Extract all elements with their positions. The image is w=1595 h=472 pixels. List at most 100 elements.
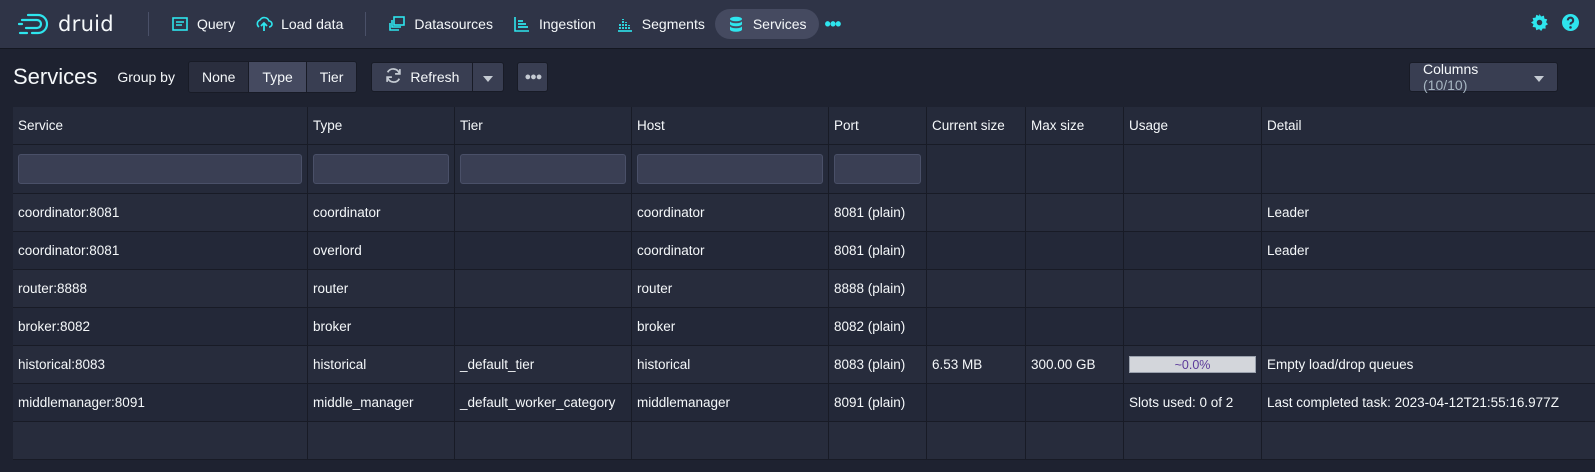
table-row-empty [13,422,1595,460]
column-header-type[interactable]: Type [308,107,455,144]
nav-query-label: Query [196,16,236,32]
nav-services[interactable]: Services [714,9,819,39]
refresh-options-button[interactable] [473,62,505,92]
column-header-tier[interactable]: Tier [455,107,632,144]
cell-detail: Leader [1267,205,1310,220]
cell-port: 8081 (plain) [829,194,927,231]
table-row[interactable]: coordinator:8081 overlord coordinator 8081 … [13,232,1595,270]
cell-host: historical [632,346,829,383]
cell-port: 8091 (plain) [829,384,927,421]
cell-empty [632,422,829,459]
column-header-service[interactable]: Service [13,107,308,144]
database-icon [727,15,745,33]
group-by-type-button[interactable]: Type [249,62,307,92]
column-header-detail[interactable]: Detail [1262,107,1595,144]
table-row[interactable]: router:8888 router router 8888 (plain) [13,270,1595,308]
nav-load-data[interactable]: Load data [245,9,353,39]
cell-tier [455,232,632,269]
more-horizontal-icon: ●●● [524,71,542,83]
filter-cell [13,145,308,193]
cell-current-size [927,194,1026,231]
refresh-button[interactable]: Refresh [371,62,474,92]
query-icon [171,15,189,33]
filter-cell [632,145,829,193]
table-row[interactable]: broker:8082 broker broker 8082 (plain) [13,308,1595,346]
nav-load-data-label: Load data [281,16,344,32]
cell-tier [455,308,632,345]
nav-divider [147,12,149,36]
cell-service: middlemanager:8091 [13,384,308,421]
cell-empty [1026,422,1124,459]
more-actions-button[interactable]: ●●● [517,62,549,92]
service-filter-input[interactable] [18,154,302,184]
port-filter-input[interactable] [834,154,921,184]
nav-datasources[interactable]: Datasources [378,9,503,39]
table-row[interactable]: historical:8083 historical _default_tier hi… [13,346,1595,384]
table-row[interactable]: middlemanager:8091 middle_manager _default… [13,384,1595,422]
cell-max-size [1026,384,1124,421]
cell-max-size [1026,308,1124,345]
more-horizontal-icon[interactable]: ••• [819,14,847,35]
cell-current-size [927,232,1026,269]
cell-host: broker [632,308,829,345]
column-header-current-size[interactable]: Current size [927,107,1026,144]
druid-logo[interactable]: druid [18,12,114,36]
nav-segments[interactable]: Segments [606,9,715,39]
cell-tier [455,270,632,307]
cell-detail: Leader [1267,243,1310,258]
refresh-icon [385,67,402,87]
nav-divider [365,12,367,36]
cell-port: 8083 (plain) [829,346,927,383]
nav-query[interactable]: Query [161,9,245,39]
group-by-none-button[interactable]: None [188,62,250,92]
page-title: Services [13,64,98,89]
cell-current-size [927,308,1026,345]
table-row[interactable]: coordinator:8081 coordinator coordinator 80… [13,194,1595,232]
cell-tier: _default_tier [455,346,632,383]
logo-text: druid [58,12,114,36]
table-header-row: Service Type Tier Host Port Current size… [13,107,1595,145]
cell-host: middlemanager [632,384,829,421]
cell-current-size: 6.53 MB [927,346,1026,383]
cell-service: coordinator:8081 [13,232,308,269]
cell-host: coordinator [632,232,829,269]
cell-empty [1124,422,1262,459]
group-by-tier-button[interactable]: Tier [306,62,357,92]
column-header-usage[interactable]: Usage [1124,107,1262,144]
columns-button-text: Columns (10/10) [1423,61,1520,93]
columns-button[interactable]: Columns (10/10) [1409,61,1558,93]
gear-icon[interactable] [1531,14,1548,34]
cell-usage [1124,194,1262,231]
cell-host: coordinator [632,194,829,231]
control-bar: Services Group by None Type Tier Refresh… [0,48,1595,106]
cell-service: router:8888 [13,270,308,307]
cell-type: historical [308,346,455,383]
cell-detail: Empty load/drop queues [1267,357,1414,372]
column-header-max-size[interactable]: Max size [1026,107,1124,144]
druid-logo-icon [18,13,49,35]
cell-empty [455,422,632,459]
ingestion-icon [513,15,531,33]
tier-filter-input[interactable] [460,154,626,184]
cell-max-size [1026,194,1124,231]
cell-empty [308,422,455,459]
column-header-host[interactable]: Host [632,107,829,144]
nav-datasources-label: Datasources [414,16,493,32]
caret-down-icon [1534,69,1544,85]
cell-usage [1124,270,1262,307]
cell-empty [13,422,308,459]
type-filter-input[interactable] [313,154,449,184]
cell-service: coordinator:8081 [13,194,308,231]
segments-icon [616,15,634,33]
host-filter-input[interactable] [637,154,823,184]
filter-cell [927,145,1026,193]
cell-type: overlord [308,232,455,269]
cell-port: 8888 (plain) [829,270,927,307]
cell-usage: Slots used: 0 of 2 [1124,384,1262,421]
help-icon[interactable] [1562,14,1579,34]
table-filter-row [13,145,1595,194]
columns-label: Columns [1423,61,1479,77]
nav-ingestion[interactable]: Ingestion [503,9,606,39]
column-header-port[interactable]: Port [829,107,927,144]
cell-detail [1262,308,1595,345]
